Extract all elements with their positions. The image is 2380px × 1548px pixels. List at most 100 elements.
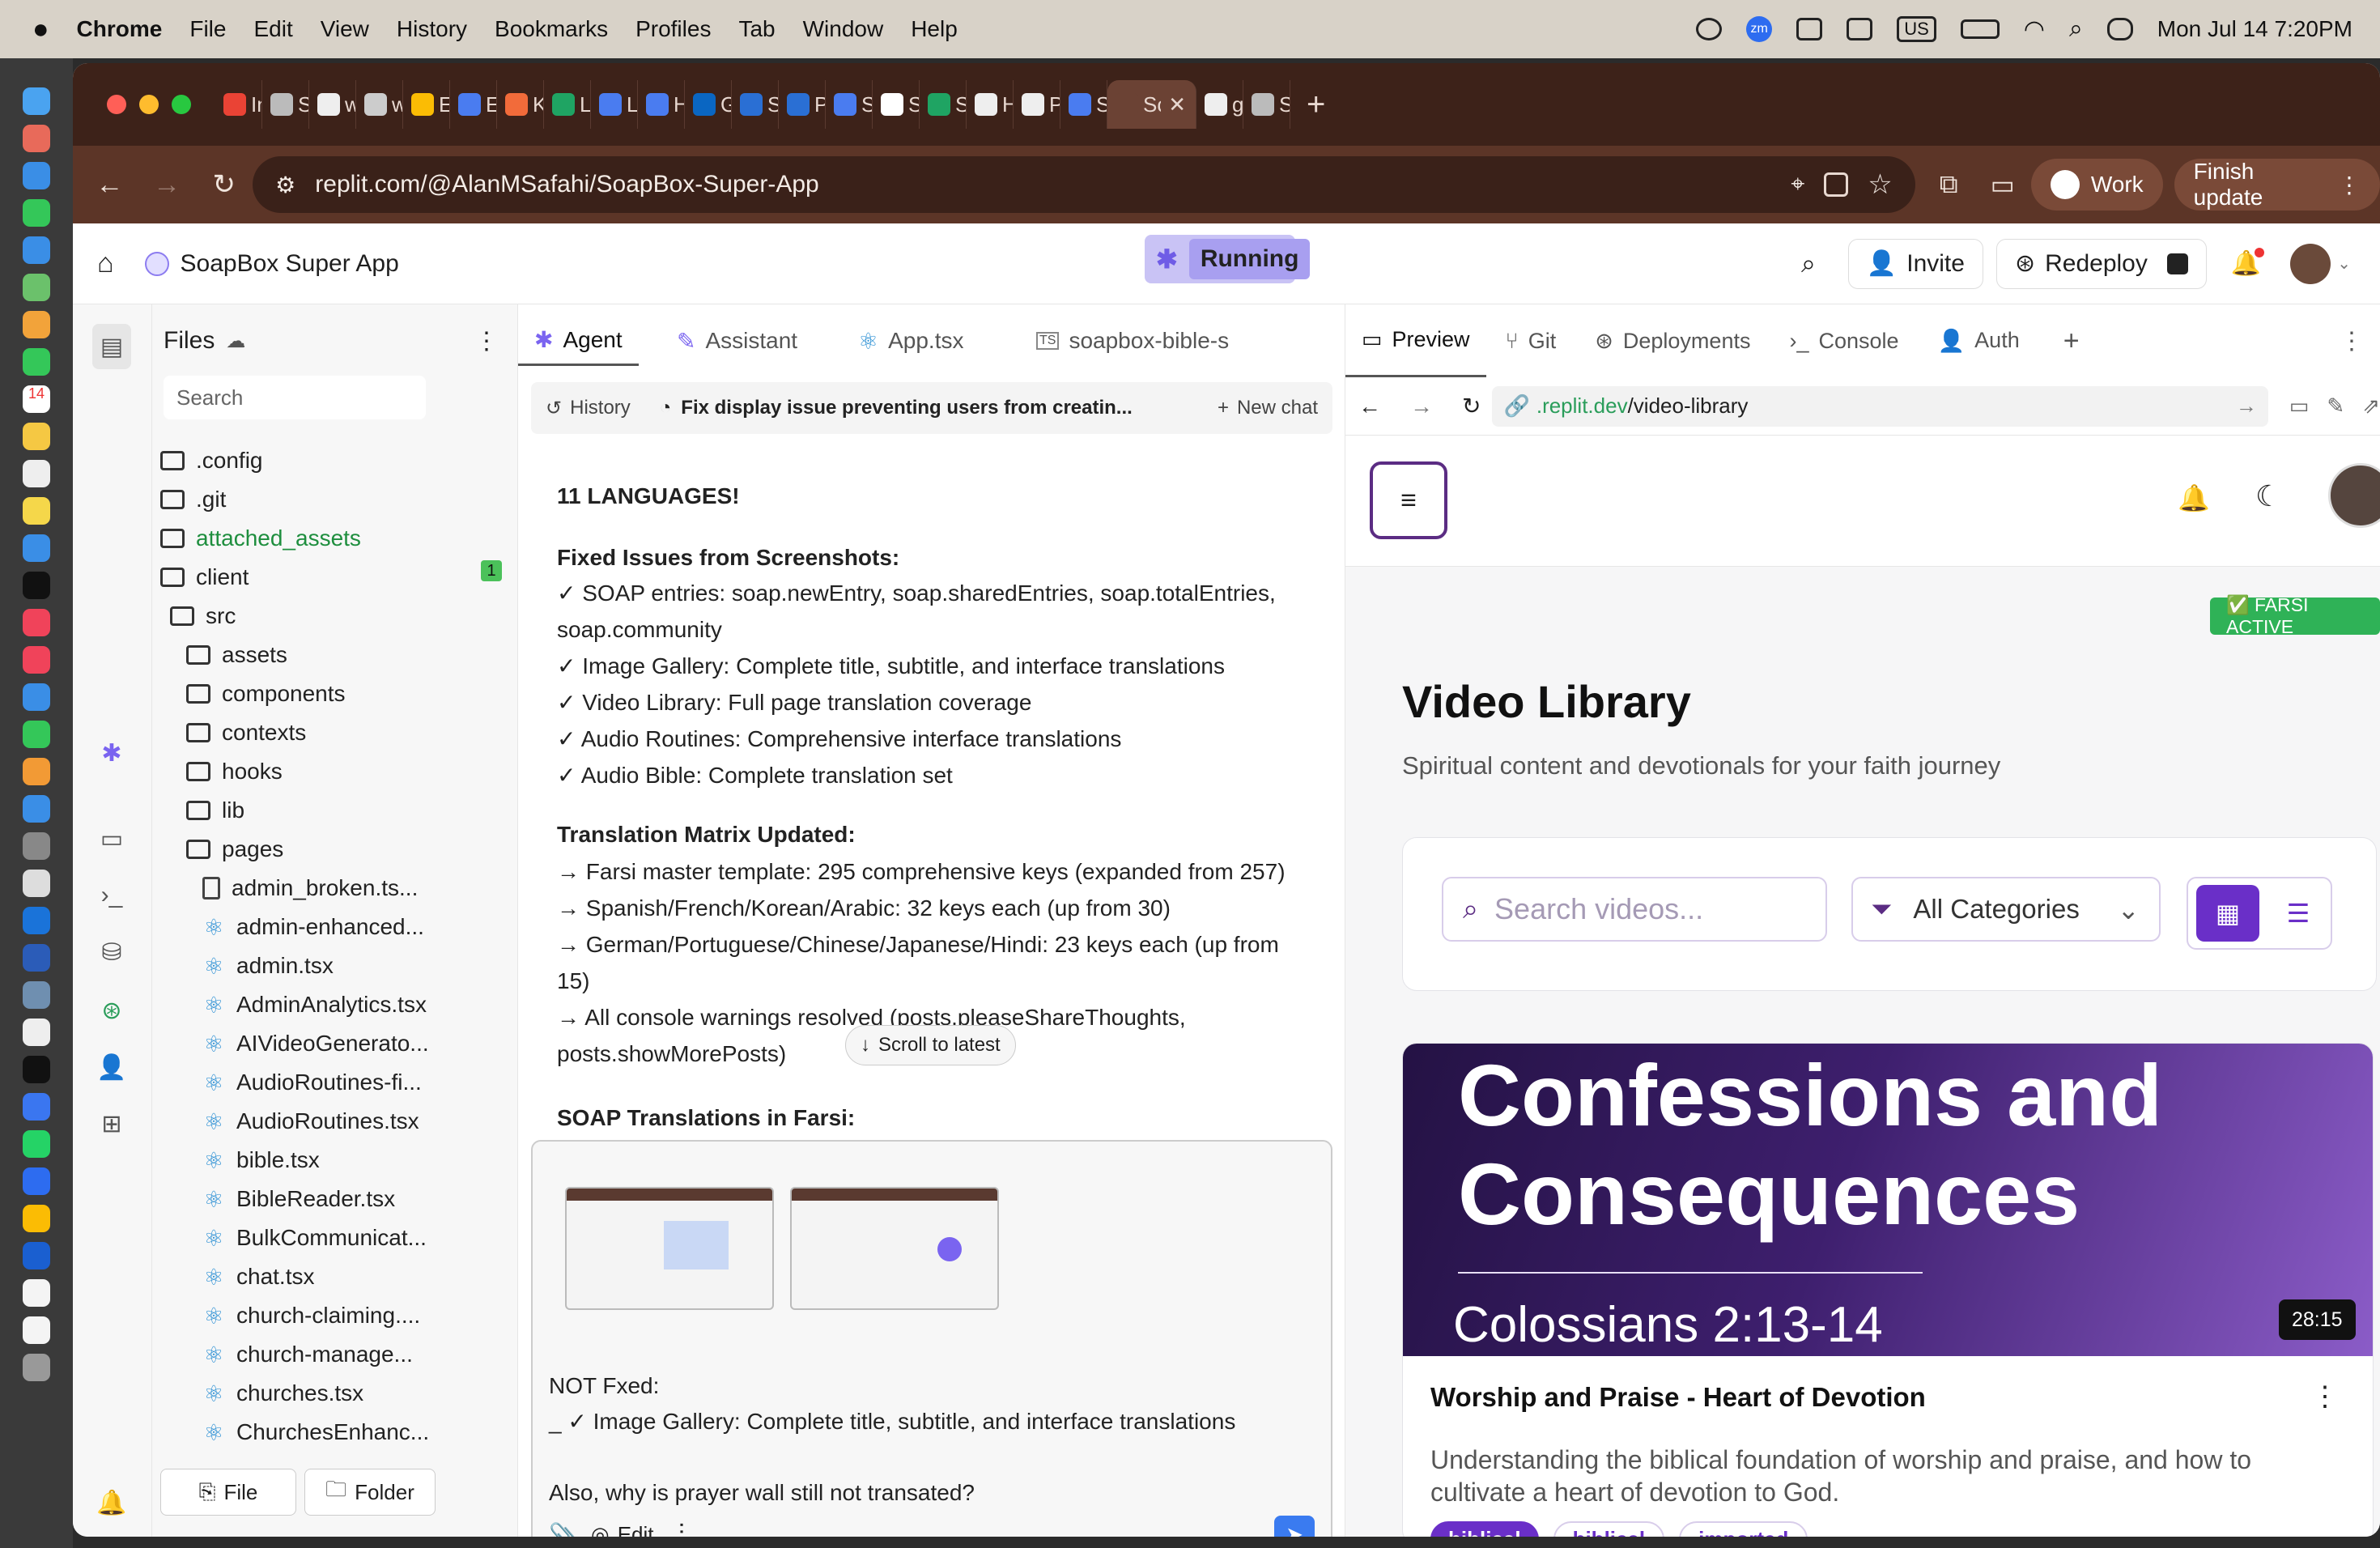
browser-tab[interactable]: H [638,80,685,129]
folder-row[interactable]: .config [160,442,508,479]
all-tools-icon[interactable]: ⊞ [92,1108,131,1140]
file-row[interactable]: ⚛ AdminAnalytics.tsx [202,986,508,1023]
menu-profiles[interactable]: Profiles [635,16,711,42]
chevron-down-icon[interactable]: ⌄ [2337,253,2351,274]
new-folder-button[interactable]: 🗀 Folder [304,1469,436,1516]
file-row[interactable]: admin_broken.ts... [202,870,508,907]
browser-tab[interactable]: w [309,80,356,129]
browser-tab[interactable]: Ke [497,80,544,129]
document-icon[interactable] [23,1279,50,1307]
menu-tab[interactable]: Tab [738,16,775,42]
reload-icon[interactable]: ↻ [195,168,253,201]
file-row[interactable]: ⚛ AIVideoGenerato... [202,1025,508,1062]
file-row[interactable]: ⚛ BulkCommunicat... [202,1219,508,1257]
reminders-icon[interactable] [23,460,50,487]
send-button[interactable]: ➤ [1274,1516,1315,1537]
folder-row[interactable]: hooks [186,753,508,790]
file-row[interactable]: ⚛ bible.tsx [202,1142,508,1179]
preview-reload-icon[interactable]: ↻ [1462,393,1481,419]
control-center-icon[interactable] [2106,18,2133,40]
calendar-icon[interactable]: 14 [23,385,50,413]
grid-view-button[interactable]: ▦ [2196,885,2259,942]
folder-row[interactable]: client [160,559,508,596]
address-bar[interactable]: ⚙ replit.com/@AlanMSafahi/SoapBox-Super-… [253,156,1915,213]
appstore-icon[interactable] [23,795,50,823]
search-icon[interactable]: ⌕ [2069,15,2083,43]
menu-file[interactable]: File [189,16,226,42]
tab-auth[interactable]: 👤 Auth [1919,328,2039,354]
tab-app-tsx[interactable]: ⚛ App.tsx [842,316,980,366]
tab-assistant[interactable]: ✎ Assistant [661,316,814,366]
terminal-icon[interactable] [23,1056,50,1083]
folder-row[interactable]: attached_assets [160,520,508,557]
preview-menu-icon[interactable]: ⋮ [2340,327,2364,355]
file-row[interactable]: ⚛ AudioRoutines.tsx [202,1103,508,1140]
folder-row[interactable]: lib [186,792,508,829]
preview-forward-icon[interactable]: → [1410,393,1433,419]
chrome-dock-icon[interactable] [23,1205,50,1232]
folder-row[interactable]: pages [186,831,508,868]
menu-history[interactable]: History [397,16,467,42]
menu-view[interactable]: View [321,16,369,42]
file-row[interactable]: ⚛ admin-enhanced... [202,908,508,946]
browser-tab[interactable]: Pe [1014,80,1060,129]
file-row[interactable]: ⚛ chat.tsx [202,1258,508,1295]
redeploy-button[interactable]: ⊛ Redeploy [1995,238,2207,289]
file-row[interactable]: ⚛ BibleReader.tsx [202,1180,508,1218]
browser-tab[interactable]: Er [450,80,497,129]
browser-tab[interactable]: G [685,80,732,129]
browser-tab[interactable]: Li [544,80,591,129]
iphone-mirroring-icon[interactable] [23,870,50,897]
zoom-window-icon[interactable] [172,95,191,114]
file-row[interactable]: ⚛ church-claiming.... [202,1297,508,1334]
folder-row[interactable]: components [186,675,508,712]
device-icon[interactable]: ▭ [2289,393,2310,419]
tab-console[interactable]: ›_ Console [1770,329,1918,354]
agent-tool-icon[interactable]: ✱ [92,737,131,769]
file-row[interactable]: ⚛ AudioRoutines-fi... [202,1064,508,1101]
shell-tool-icon[interactable]: ›_ [92,879,131,912]
video-thumbnail[interactable]: Confessions and Consequences Colossians … [1403,1044,2373,1356]
messages-icon[interactable] [23,199,50,227]
attached-screenshot-2[interactable] [790,1187,999,1310]
video-card[interactable]: Confessions and Consequences Colossians … [1402,1043,2374,1537]
browser-tab[interactable]: Sc [920,80,967,129]
file-row[interactable]: ⚛ ChurchesEnhanc... [202,1414,508,1446]
news-icon[interactable] [23,646,50,674]
tag-chip[interactable]: biblical [1553,1521,1665,1537]
app-user-avatar[interactable] [2328,463,2380,528]
bookmark-star-icon[interactable]: ☆ [1868,168,1892,201]
file-row[interactable]: ⚛ churches.tsx [202,1375,508,1412]
browser-tab[interactable]: Sc ✕ [1107,80,1196,129]
menu-window[interactable]: Window [803,16,884,42]
extensions-icon[interactable]: ⧉ [1940,169,1958,200]
close-window-icon[interactable] [107,95,126,114]
devtools-icon[interactable]: ✎ [2327,393,2344,419]
browser-tab[interactable]: gi [1196,80,1243,129]
file-row[interactable]: ⚛ admin.tsx [202,947,508,985]
settings-sliders-icon[interactable]: ⫶ [678,1520,685,1537]
finish-update-button[interactable]: Finish update ⋮ [2174,159,2380,211]
notes2-icon[interactable] [23,497,50,525]
outlook-dock-icon[interactable] [23,907,50,934]
deployments-tool-icon[interactable]: ⊛ [92,994,131,1027]
category-select[interactable]: ⏷ All Categories ⌄ [1851,877,2161,942]
file-row[interactable]: ⚛ church-manage... [202,1336,508,1373]
video-search-input[interactable]: ⌕ Search videos... [1442,877,1827,942]
browser-tab[interactable]: Er [403,80,450,129]
search-icon[interactable]: ⌕ [1801,249,1816,279]
preview-back-icon[interactable]: ← [1358,393,1381,419]
run-status-button[interactable]: ✱ Running [1145,235,1311,283]
clock[interactable]: Mon Jul 14 7:20PM [2157,16,2352,42]
safari-icon[interactable] [23,162,50,189]
auth-tool-icon[interactable]: 👤 [92,1051,131,1083]
input-source[interactable]: US [1897,16,1936,42]
tag-chip[interactable]: biblical [1430,1521,1539,1537]
chat-input-text[interactable]: NOT Fxed: _ ✓ Image Gallery: Complete ti… [549,1368,1310,1511]
forward-icon[interactable]: → [138,169,196,201]
browser-tab[interactable]: Sc [1243,80,1290,129]
freeform-icon[interactable] [23,534,50,562]
outlook-icon[interactable] [1796,18,1823,40]
signal-icon[interactable] [23,1093,50,1121]
tab-soapbox-bible[interactable]: TS soapbox-bible-s [1020,316,1239,366]
